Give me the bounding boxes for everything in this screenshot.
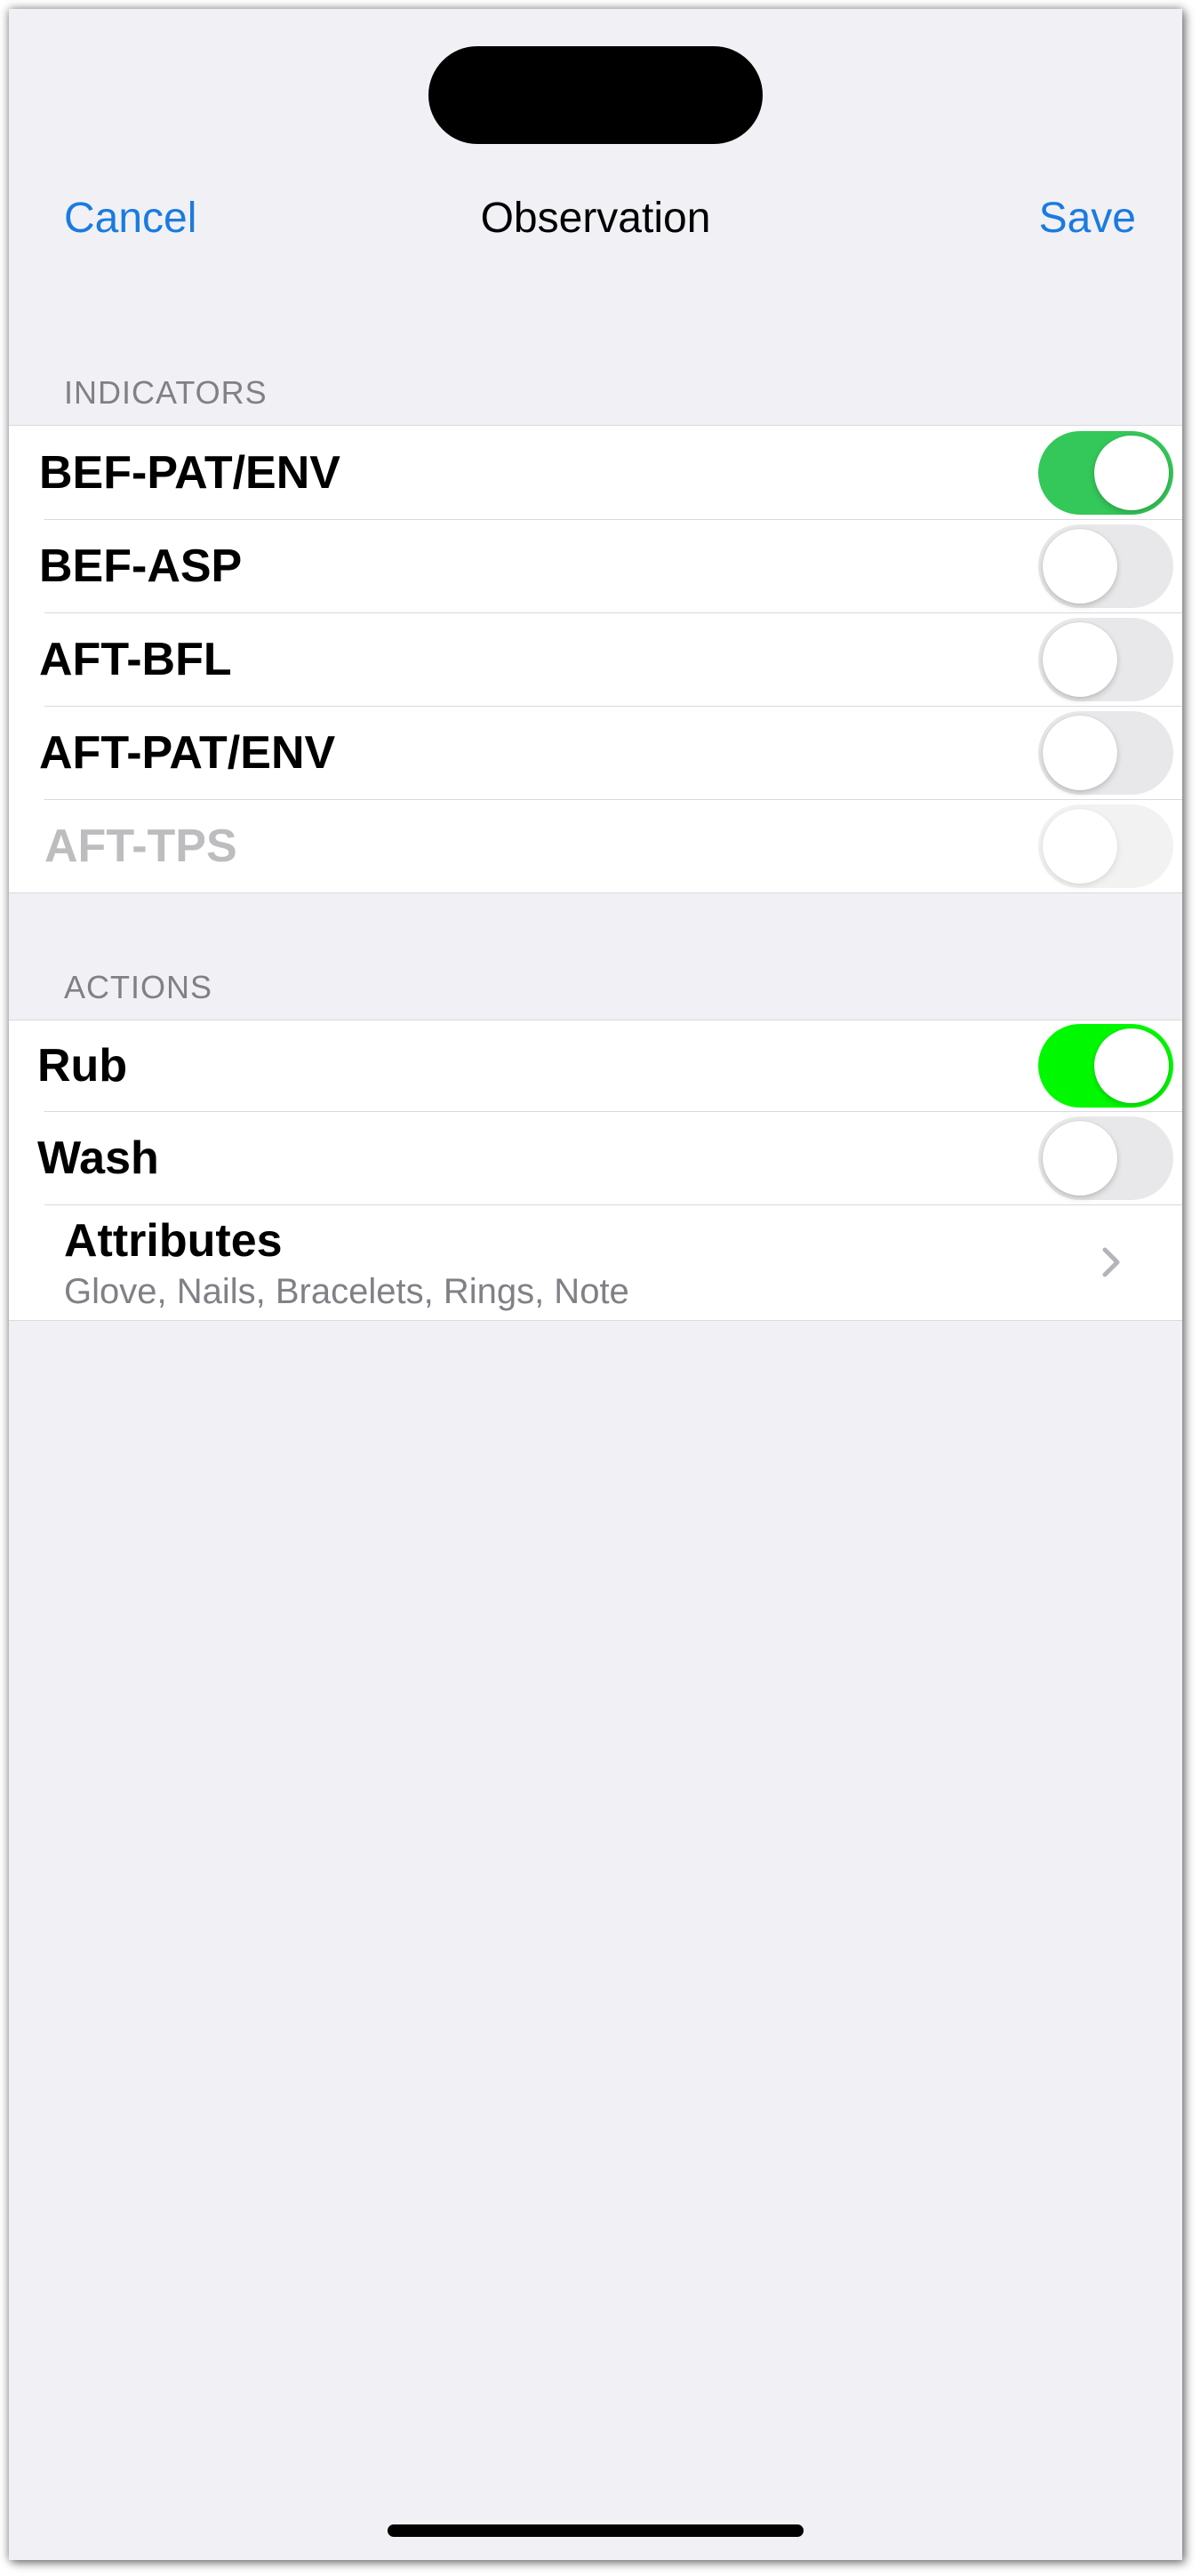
- actions-group: Rub Wash Attributes Glove, Nails, Bracel…: [9, 1020, 1182, 1321]
- toggle-bef-pat-env[interactable]: [1038, 430, 1173, 515]
- action-row-rub: Rub: [9, 1020, 1182, 1111]
- action-row-wash: Wash: [9, 1111, 1182, 1204]
- indicator-row-aft-pat-env: AFT-PAT/ENV: [9, 706, 1182, 799]
- toggle-knob: [1043, 528, 1117, 604]
- toggle-knob: [1043, 1120, 1117, 1196]
- home-indicator: [388, 2524, 804, 2537]
- toggle-rub[interactable]: [1038, 1024, 1173, 1108]
- toggle-knob: [1094, 435, 1169, 510]
- indicator-row-aft-bfl: AFT-BFL: [9, 612, 1182, 706]
- indicator-label: AFT-TPS: [44, 820, 237, 872]
- indicator-row-aft-tps: AFT-TPS: [9, 799, 1182, 892]
- indicators-group: BEF-PAT/ENV BEF-ASP AFT-BFL AFT-PAT/ENV …: [9, 425, 1182, 893]
- toggle-knob: [1043, 715, 1117, 790]
- indicator-label: BEF-PAT/ENV: [39, 446, 340, 499]
- indicator-label: AFT-BFL: [39, 633, 232, 685]
- section-header-indicators: INDICATORS: [64, 374, 268, 411]
- toggle-wash[interactable]: [1038, 1116, 1173, 1200]
- indicator-label: AFT-PAT/ENV: [39, 726, 336, 779]
- toggle-knob: [1043, 808, 1117, 884]
- indicator-label: BEF-ASP: [39, 540, 243, 592]
- save-button[interactable]: Save: [1039, 196, 1136, 242]
- toggle-bef-asp[interactable]: [1038, 524, 1173, 608]
- page-title: Observation: [480, 195, 711, 242]
- section-header-actions: ACTIONS: [64, 969, 213, 1005]
- toggle-aft-bfl[interactable]: [1038, 617, 1173, 701]
- attributes-row[interactable]: Attributes Glove, Nails, Bracelets, Ring…: [9, 1204, 1182, 1320]
- dynamic-island: [428, 46, 763, 144]
- device-screen: Cancel Observation Save INDICATORS BEF-P…: [9, 9, 1182, 2560]
- chevron-right-icon: [1102, 1247, 1120, 1277]
- indicator-row-bef-asp: BEF-ASP: [9, 519, 1182, 612]
- action-label: Rub: [37, 1040, 128, 1092]
- action-label: Wash: [37, 1132, 159, 1184]
- indicator-row-bef-pat-env: BEF-PAT/ENV: [9, 426, 1182, 519]
- toggle-aft-pat-env[interactable]: [1038, 710, 1173, 795]
- toggle-aft-tps[interactable]: [1038, 804, 1173, 888]
- toggle-knob: [1043, 621, 1117, 697]
- toggle-knob: [1094, 1028, 1169, 1103]
- attributes-title: Attributes: [64, 1215, 283, 1267]
- attributes-subtitle: Glove, Nails, Bracelets, Rings, Note: [64, 1272, 629, 1311]
